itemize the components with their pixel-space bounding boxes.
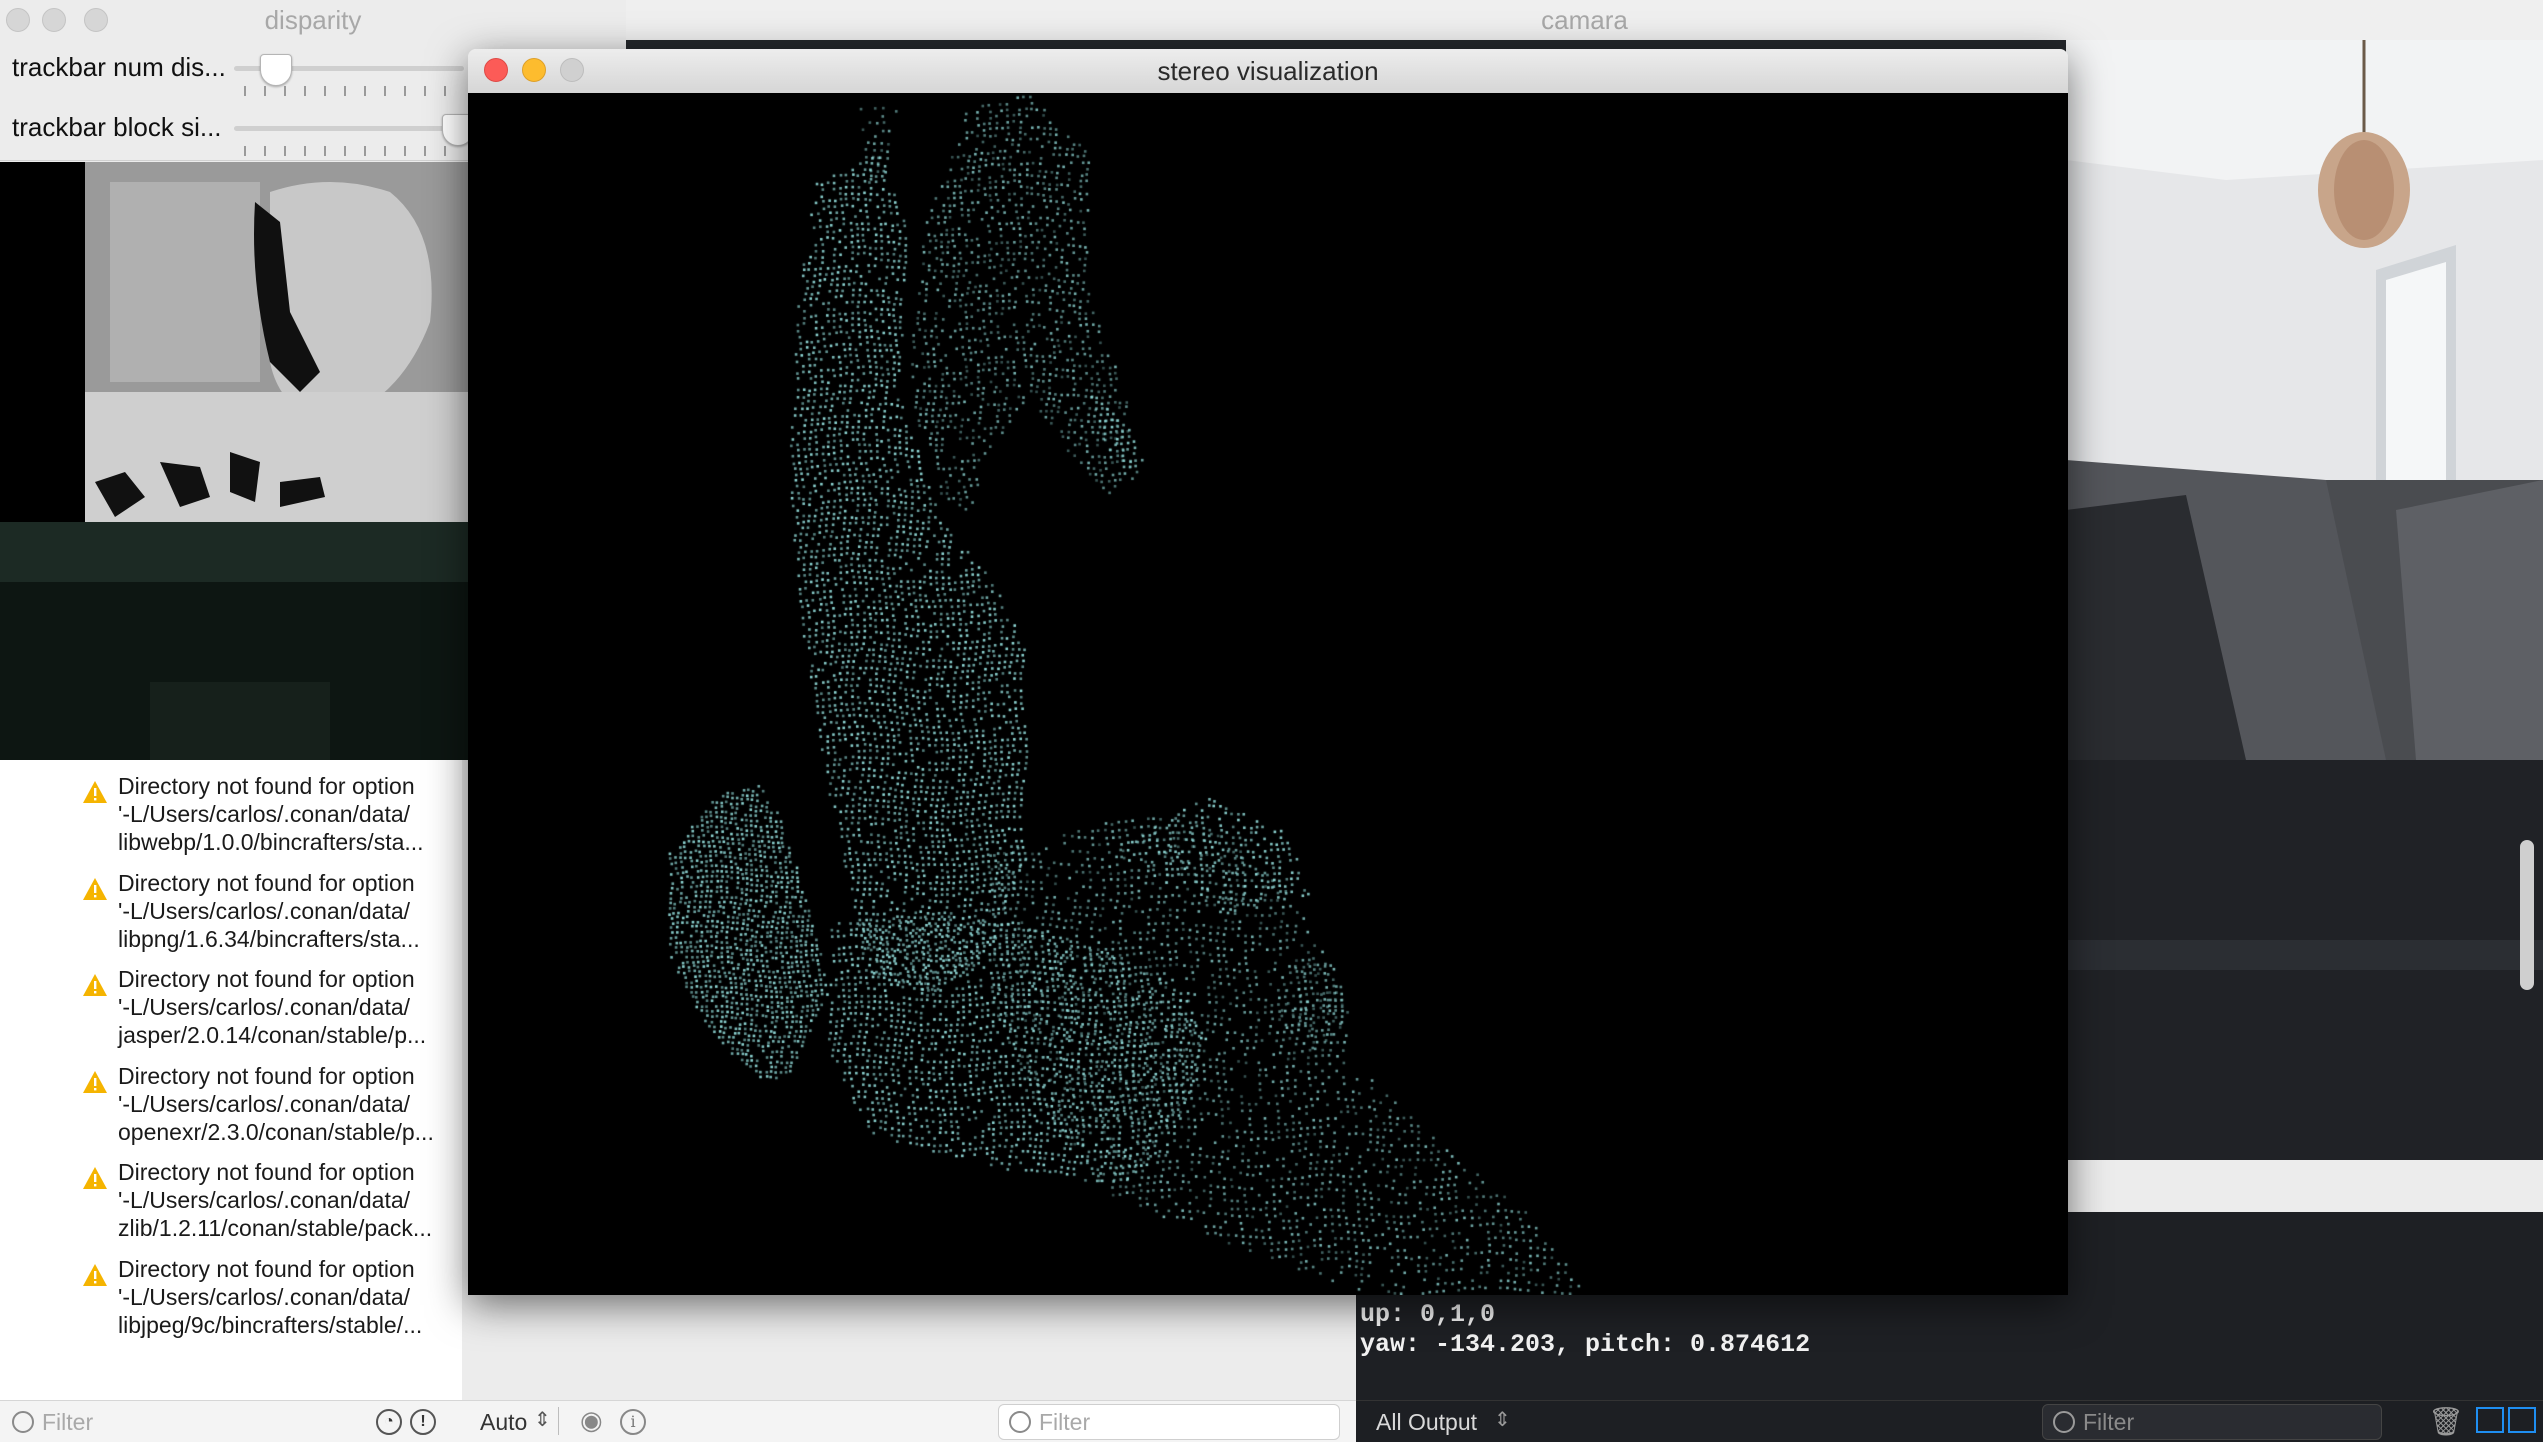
clock-icon[interactable]: ◔: [376, 1409, 402, 1435]
issue-item[interactable]: Directory not found for option '-L/Users/…: [82, 869, 462, 965]
issue-message-line: libjpeg/9c/bincrafters/stable/...: [118, 1311, 423, 1338]
issue-message-line: '-L/Users/carlos/.conan/data/: [118, 1283, 411, 1310]
console-bar: All Output ⇕ Filter 🗑: [1356, 1400, 2543, 1442]
disparity-window-title: disparity: [264, 5, 362, 35]
filter-icon: [2053, 1411, 2075, 1433]
trackbar-ticks: [244, 146, 464, 156]
issue-message-line: zlib/1.2.11/conan/stable/pack...: [118, 1215, 433, 1241]
issue-filter-input[interactable]: Filter: [42, 1409, 93, 1436]
point-cloud-canvas[interactable]: [468, 93, 2068, 1295]
console-filter-input[interactable]: Filter: [2083, 1409, 2134, 1436]
issue-filter-bar: Filter ◔ !: [0, 1400, 462, 1442]
trackbar-ticks: [244, 86, 464, 96]
filter-icon: [12, 1411, 34, 1433]
split-left-icon[interactable]: [2476, 1407, 2504, 1433]
warning-icon: [83, 1070, 107, 1093]
warning-icon: [83, 1167, 107, 1189]
issue-message-line: '-L/Users/carlos/.conan/data/: [118, 994, 411, 1020]
trash-icon[interactable]: 🗑: [2428, 1405, 2464, 1438]
issue-message-line: libpng/1.6.34/bincrafters/sta...: [118, 925, 420, 952]
trackbar-block-size-track[interactable]: [234, 126, 464, 131]
issue-message-line: Directory not found for option: [118, 1062, 415, 1089]
camara-window-title: camara: [1541, 5, 1628, 35]
disparity-map-render: [0, 162, 470, 760]
console-filter-field[interactable]: Filter: [2042, 1404, 2382, 1440]
variables-filter-input[interactable]: Filter: [1039, 1409, 1090, 1436]
disparity-map-image: [0, 162, 470, 760]
variables-filter-field[interactable]: Filter: [998, 1404, 1340, 1440]
chevron-updown-icon[interactable]: ⇕: [534, 1407, 551, 1432]
stereo-titlebar[interactable]: stereo visualization: [468, 49, 2068, 94]
issue-message-line: jasper/2.0.14/conan/stable/p...: [118, 1022, 427, 1048]
variables-scope-popup[interactable]: Auto: [480, 1409, 527, 1436]
issue-item[interactable]: Directory not found for option '-L/Users/…: [82, 1062, 462, 1158]
console-output-scope-popup[interactable]: All Output: [1376, 1409, 1477, 1436]
issue-item[interactable]: Directory not found for option '-L/Users/…: [82, 965, 462, 1061]
trackbar-num-disparities-thumb[interactable]: [260, 54, 293, 86]
issue-message-line: '-L/Users/carlos/.conan/data/: [118, 897, 411, 924]
warning-icon: [83, 877, 107, 900]
issue-message-line: '-L/Users/carlos/.conan/data/: [118, 1090, 411, 1117]
issue-message-line: Directory not found for option: [118, 1159, 415, 1185]
filter-icon: [1009, 1411, 1031, 1433]
info-icon[interactable]: i: [620, 1409, 646, 1435]
issue-message-line: openexr/2.3.0/conan/stable/p...: [118, 1118, 434, 1145]
warning-icon: [83, 781, 107, 803]
split-right-icon[interactable]: [2508, 1407, 2536, 1433]
issue-item[interactable]: Directory not found for option '-L/Users/…: [82, 1158, 462, 1254]
warning-icon: [83, 1263, 107, 1286]
chevron-updown-icon[interactable]: ⇕: [1494, 1407, 1511, 1432]
issue-message-line: Directory not found for option: [118, 773, 415, 799]
issue-navigator: Directory not found for option '-L/Users/…: [0, 760, 462, 1400]
warning-filter-icon[interactable]: !: [410, 1409, 436, 1435]
console-output-line: up: 0,1,0: [1360, 1300, 1496, 1329]
console-output-line: yaw: -134.203, pitch: 0.874612: [1360, 1330, 1811, 1359]
stereo-window-title: stereo visualization: [1157, 56, 1379, 86]
issue-message-line: Directory not found for option: [118, 966, 415, 992]
stereo-visualization-window: stereo visualization: [468, 49, 2068, 1295]
trackbar-num-disparities-label: trackbar num dis...: [12, 52, 226, 82]
issue-message-line: libwebp/1.0.0/bincrafters/sta...: [118, 829, 424, 855]
point-cloud-view[interactable]: [468, 93, 2068, 1295]
issue-message-line: '-L/Users/carlos/.conan/data/: [118, 801, 411, 827]
issue-message-line: '-L/Users/carlos/.conan/data/: [118, 1187, 411, 1213]
console-scrollbar[interactable]: [2520, 840, 2534, 990]
issue-message-line: Directory not found for option: [118, 1255, 415, 1282]
camara-titlebar[interactable]: camara: [626, 0, 2543, 41]
variables-bar: Auto ⇕ ◉ i Filter: [462, 1400, 1356, 1442]
warning-icon: [83, 974, 107, 996]
issue-item[interactable]: Directory not found for option '-L/Users/…: [82, 772, 462, 868]
issue-message-line: Directory not found for option: [118, 869, 415, 896]
issue-item[interactable]: Directory not found for option '-L/Users/…: [82, 1255, 462, 1351]
divider: [558, 1407, 559, 1435]
eye-icon[interactable]: ◉: [580, 1405, 603, 1436]
trackbar-block-size-label: trackbar block si...: [12, 112, 222, 142]
disparity-titlebar[interactable]: disparity: [0, 0, 626, 40]
